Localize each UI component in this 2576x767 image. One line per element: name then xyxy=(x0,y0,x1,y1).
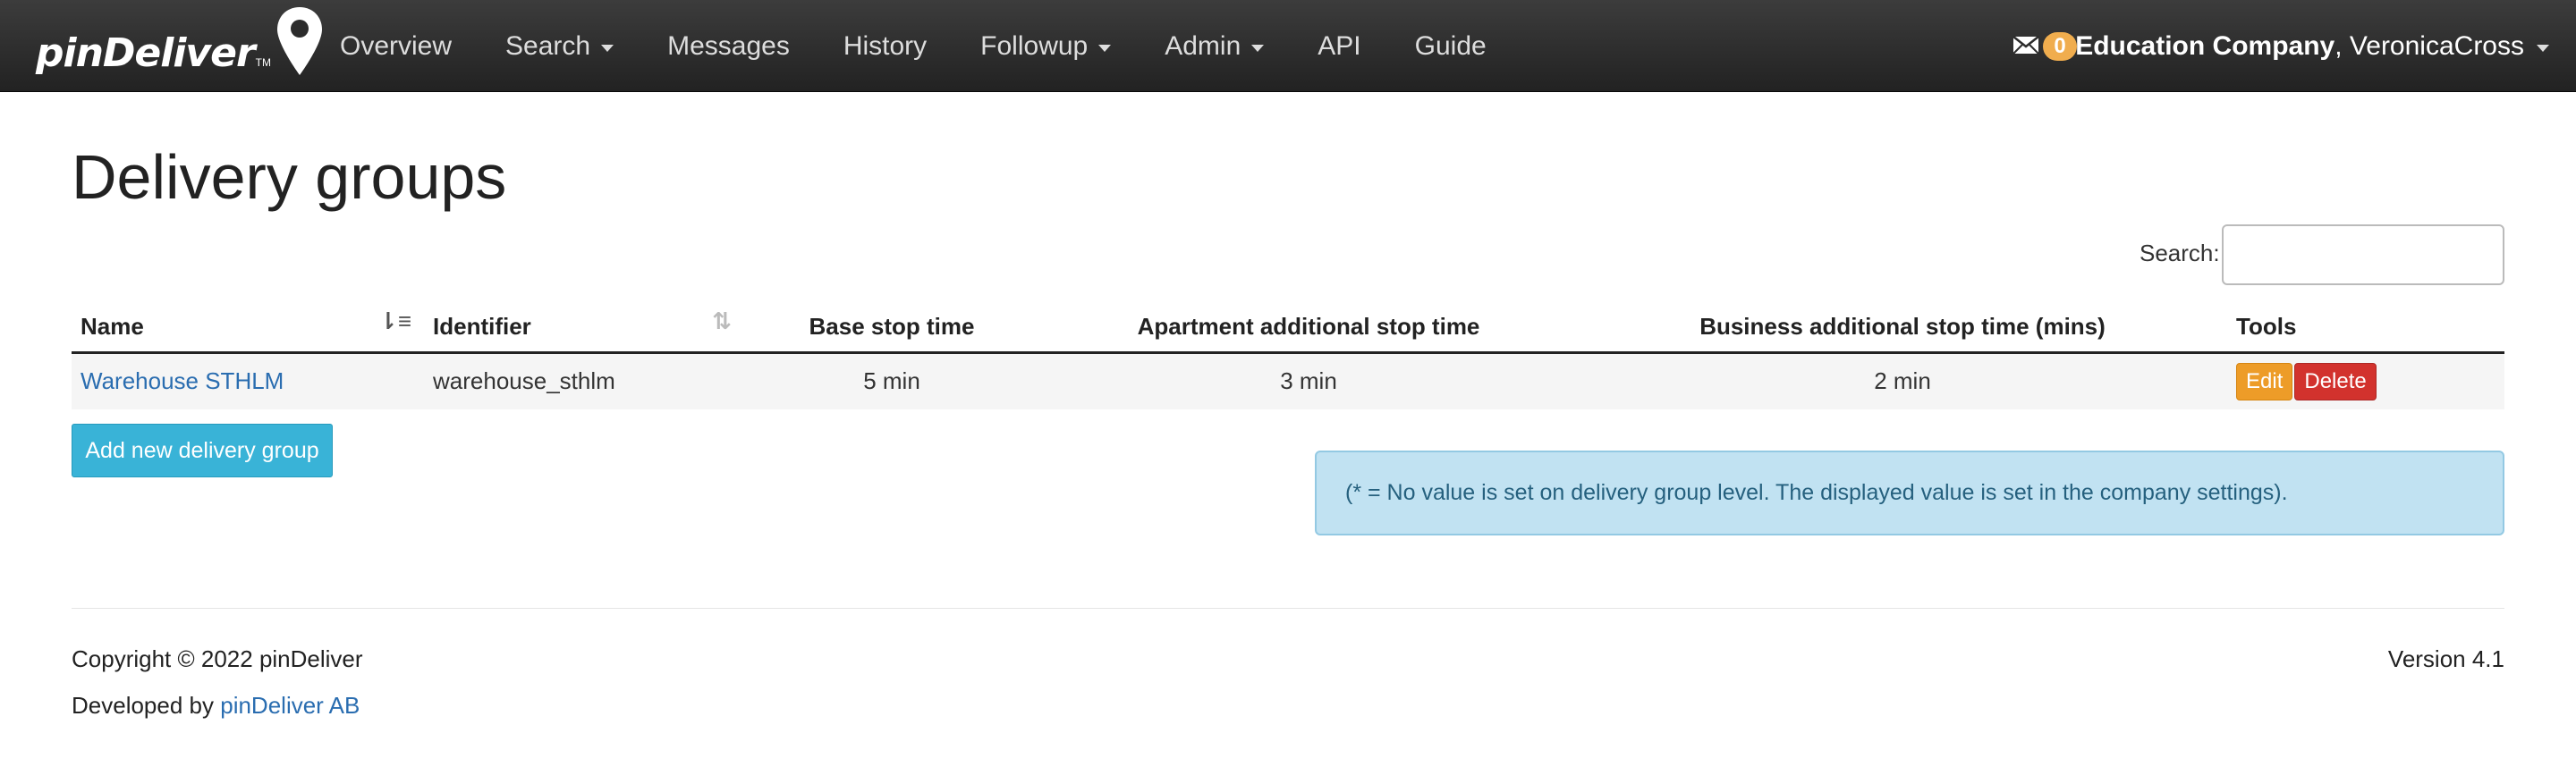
nav-admin-label: Admin xyxy=(1165,30,1241,61)
footer-developed-by: Developed by pinDeliver AB xyxy=(72,692,360,720)
chevron-down-icon xyxy=(2537,44,2549,52)
column-header-business-stop-time[interactable]: Business additional stop time (mins) xyxy=(1578,302,2227,354)
nav-followup[interactable]: Followup xyxy=(953,31,1138,62)
nav-search-label: Search xyxy=(505,30,591,61)
cell-name: Warehouse STHLM xyxy=(72,351,424,409)
user-name: , VeronicaCross xyxy=(2334,30,2524,61)
main-nav: Overview Search Messages History Followu… xyxy=(313,0,1513,92)
nav-history[interactable]: History xyxy=(817,31,953,62)
footer-divider xyxy=(72,608,2504,609)
chevron-down-icon xyxy=(601,44,614,52)
search-label: Search: xyxy=(2140,240,2220,266)
search-input[interactable] xyxy=(2222,224,2504,285)
nav-history-label: History xyxy=(843,30,928,61)
footer-copyright: Copyright © 2022 pinDeliver xyxy=(72,645,363,672)
page-title: Delivery groups xyxy=(72,142,507,212)
nav-search[interactable]: Search xyxy=(479,31,640,62)
column-header-name-label: Name xyxy=(80,312,144,340)
nav-api-label: API xyxy=(1318,30,1361,61)
brand-name: pinDeliver xyxy=(36,30,256,76)
add-delivery-group-button[interactable]: Add new delivery group xyxy=(72,424,333,477)
cell-base-stop-time: 5 min xyxy=(744,351,1039,409)
developed-by-prefix: Developed by xyxy=(72,692,221,719)
messages-count-badge: 0 xyxy=(2043,32,2077,61)
company-name: Education Company xyxy=(2075,30,2335,61)
nav-followup-label: Followup xyxy=(980,30,1089,61)
cell-identifier: warehouse_sthlm xyxy=(424,351,744,409)
edit-button[interactable]: Edit xyxy=(2236,362,2293,400)
nav-messages[interactable]: Messages xyxy=(640,31,817,62)
envelope-icon xyxy=(2012,34,2039,60)
column-header-identifier-label: Identifier xyxy=(433,312,531,340)
cell-business-stop-time: 2 min xyxy=(1578,351,2227,409)
column-header-base-stop-time[interactable]: Base stop time xyxy=(744,302,1039,354)
footer-version: Version 4.1 xyxy=(2387,645,2504,672)
column-header-apartment-stop-time[interactable]: Apartment additional stop time xyxy=(1039,302,1578,354)
brand-logo[interactable]: pinDeliver TM xyxy=(36,6,325,86)
messages-indicator[interactable]: 0 xyxy=(2012,32,2077,61)
cell-apartment-stop-time: 3 min xyxy=(1039,351,1578,409)
sort-both-icon[interactable]: ⇅ xyxy=(712,308,732,335)
table-row: Warehouse STHLM warehouse_sthlm 5 min 3 … xyxy=(72,351,2504,409)
navbar: pinDeliver TM Overview Search Messages H… xyxy=(0,0,2576,92)
info-alert-text: (* = No value is set on delivery group l… xyxy=(1345,480,2288,505)
column-header-tools: Tools xyxy=(2227,302,2504,354)
user-menu[interactable]: Education Company , VeronicaCross xyxy=(2075,0,2549,92)
nav-admin[interactable]: Admin xyxy=(1138,31,1291,62)
column-header-name[interactable]: Name ⇂≡ xyxy=(72,302,424,354)
chevron-down-icon xyxy=(1251,44,1265,52)
brand-trademark: TM xyxy=(255,56,271,69)
delivery-group-link[interactable]: Warehouse STHLM xyxy=(80,367,284,394)
nav-guide[interactable]: Guide xyxy=(1388,31,1513,62)
column-header-identifier[interactable]: Identifier ⇅ xyxy=(424,302,744,354)
delete-button[interactable]: Delete xyxy=(2294,362,2377,400)
developer-link[interactable]: pinDeliver AB xyxy=(220,692,360,719)
nav-messages-label: Messages xyxy=(667,30,790,61)
nav-api[interactable]: API xyxy=(1291,31,1387,62)
delivery-groups-table: Name ⇂≡ Identifier ⇅ Base stop time Apar… xyxy=(72,302,2504,409)
chevron-down-icon xyxy=(1098,44,1112,52)
sort-ascending-icon[interactable]: ⇂≡ xyxy=(378,308,411,335)
nav-overview-label: Overview xyxy=(340,30,453,61)
nav-guide-label: Guide xyxy=(1414,30,1487,61)
table-header-row: Name ⇂≡ Identifier ⇅ Base stop time Apar… xyxy=(72,302,2504,354)
cell-tools: Edit Delete xyxy=(2227,351,2504,409)
info-alert: (* = No value is set on delivery group l… xyxy=(1315,451,2504,535)
nav-overview[interactable]: Overview xyxy=(313,31,479,62)
